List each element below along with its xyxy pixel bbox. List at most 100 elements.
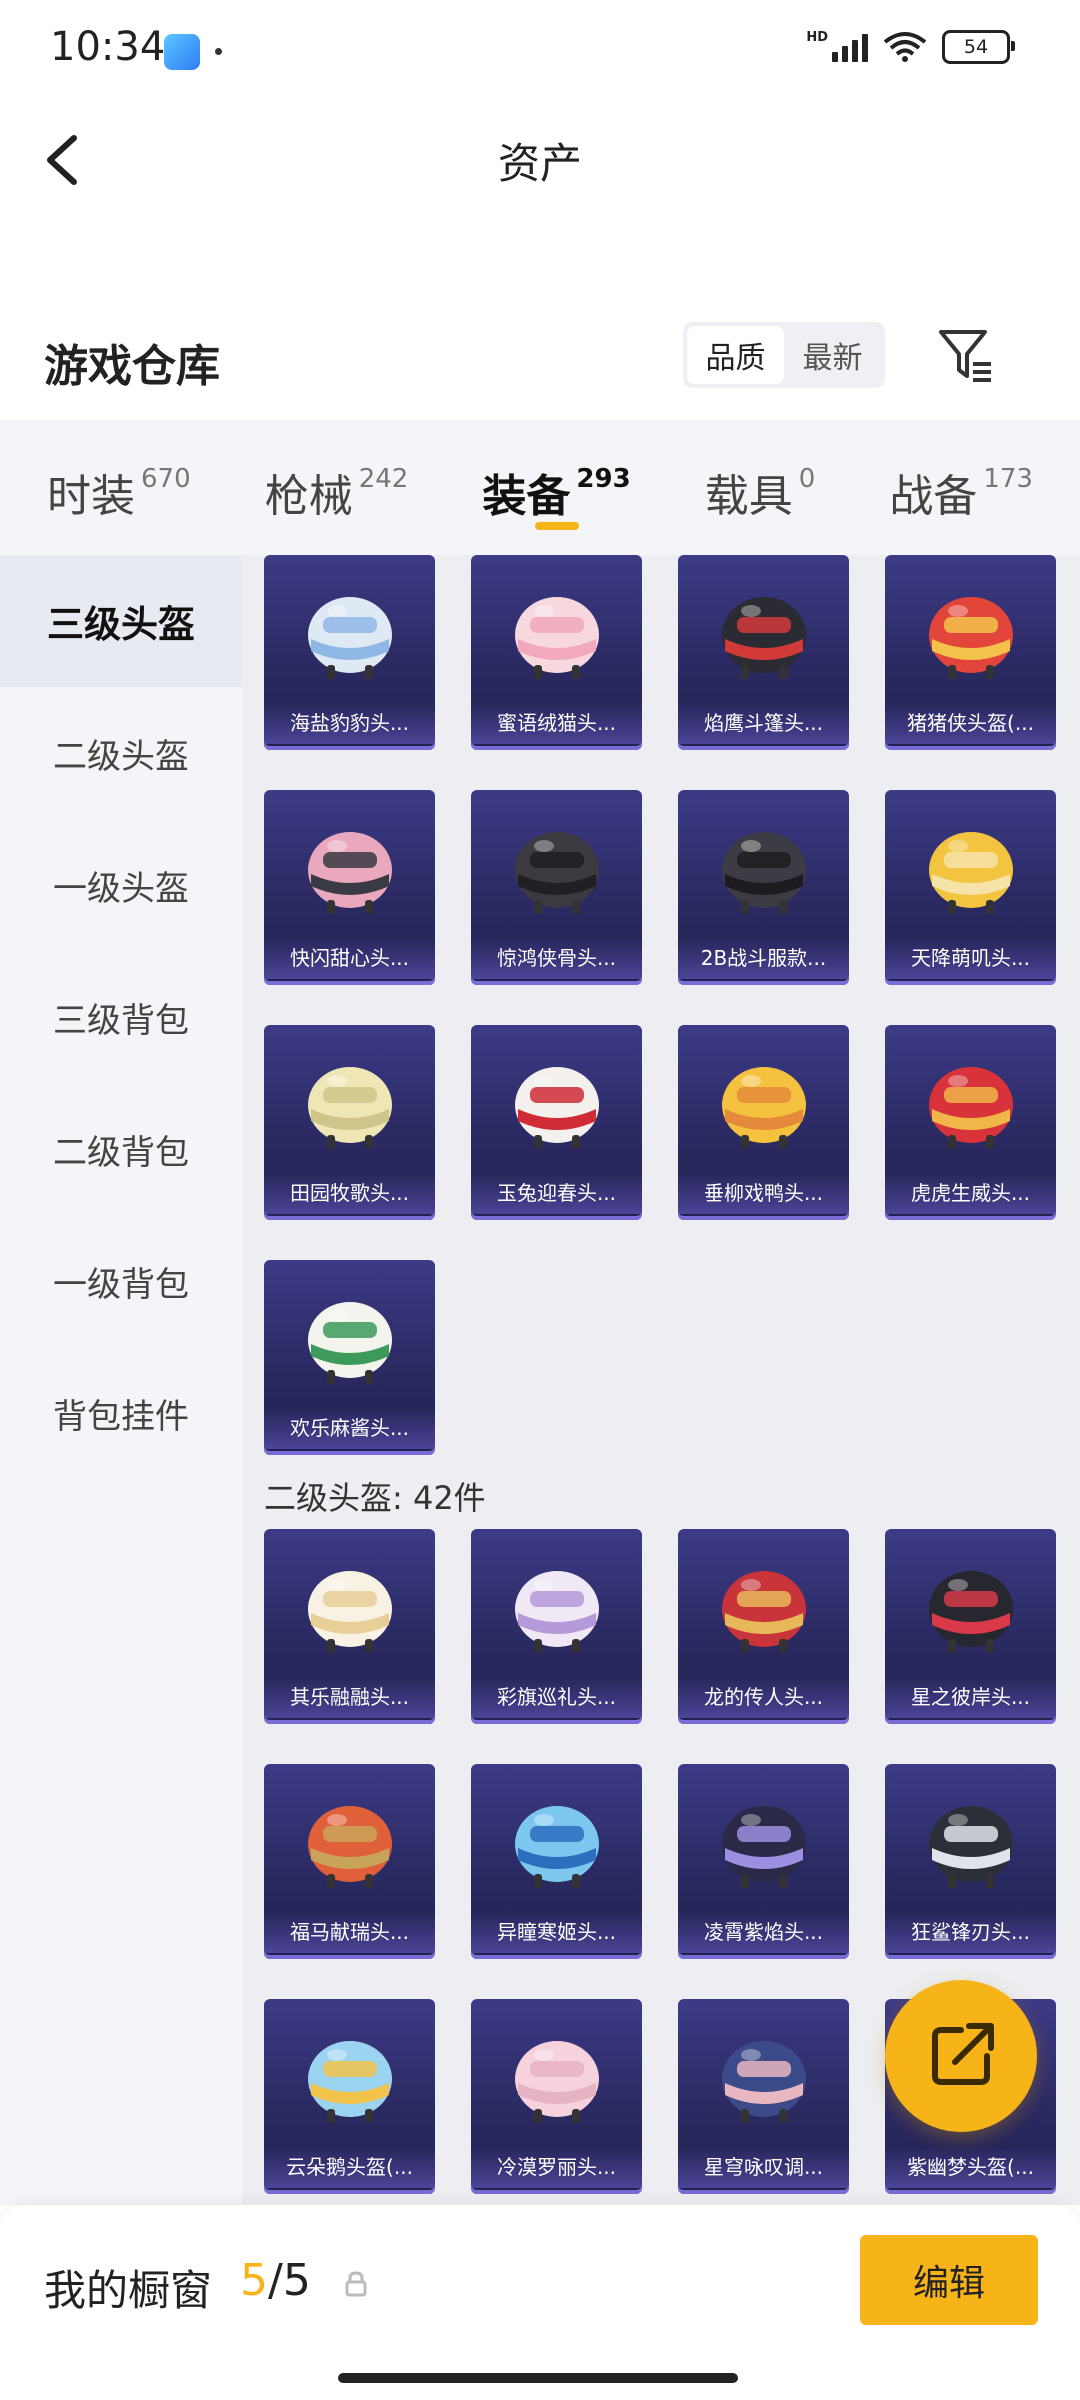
item-card[interactable]: 玉兔迎春头... <box>471 1025 642 1220</box>
showcase-separator: / <box>268 2255 283 2306</box>
item-name: 欢乐麻酱头... <box>264 1407 435 1449</box>
item-name: 2B战斗服款... <box>678 937 849 979</box>
helmet-icon <box>722 2041 806 2123</box>
item-name: 虎虎生威头... <box>885 1172 1056 1214</box>
item-card[interactable]: 冷漠罗丽头... <box>471 1999 642 2194</box>
helmet-icon <box>308 832 392 914</box>
item-card[interactable]: 海盐豹豹头... <box>264 555 435 750</box>
item-card[interactable]: 蜜语绒猫头... <box>471 555 642 750</box>
tab-label: 载具 <box>704 471 793 522</box>
showcase-current: 5 <box>240 2255 268 2306</box>
item-name: 冷漠罗丽头... <box>471 2146 642 2188</box>
item-card[interactable]: 虎虎生威头... <box>885 1025 1056 1220</box>
item-card[interactable]: 快闪甜心头... <box>264 790 435 985</box>
category-tabs: 时装 670 枪械 242 装备 293 载具 0 战备 173 <box>0 420 1080 555</box>
app-header: 资产 <box>0 100 1080 210</box>
helmet-icon <box>515 1806 599 1888</box>
item-card[interactable]: 垂柳戏鸭头... <box>678 1025 849 1220</box>
tab-equipment[interactable]: 装备 293 <box>482 420 631 530</box>
item-card[interactable]: 福马献瑞头... <box>264 1764 435 1959</box>
item-name: 云朵鹅头盔(... <box>264 2146 435 2188</box>
showcase-total: 5 <box>282 2255 311 2306</box>
showcase-label: 我的橱窗 <box>44 2266 213 2315</box>
item-name: 海盐豹豹头... <box>264 702 435 744</box>
sidebar-item-level2-backpack[interactable]: 二级背包 <box>0 1083 242 1215</box>
item-name: 焰鹰斗篷头... <box>678 702 849 744</box>
subcategory-sidebar: 三级头盔 二级头盔 一级头盔 三级背包 二级背包 一级背包 背包挂件 <box>0 555 242 2205</box>
item-name: 垂柳戏鸭头... <box>678 1172 849 1214</box>
item-name: 惊鸿侠骨头... <box>471 937 642 979</box>
helmet-icon <box>308 597 392 679</box>
helmet-icon <box>308 1302 392 1384</box>
item-card[interactable]: 云朵鹅头盔(... <box>264 1999 435 2194</box>
item-name: 快闪甜心头... <box>264 937 435 979</box>
showcase-count: 5/5 <box>240 2255 311 2306</box>
item-name: 龙的传人头... <box>678 1676 849 1718</box>
tab-count: 0 <box>798 464 816 494</box>
item-card[interactable]: 焰鹰斗篷头... <box>678 555 849 750</box>
item-card[interactable]: 凌霄紫焰头... <box>678 1764 849 1959</box>
helmet-icon <box>722 597 806 679</box>
sidebar-item-level1-helmet[interactable]: 一级头盔 <box>0 819 242 951</box>
tab-label: 装备 <box>482 471 571 522</box>
item-card[interactable]: 2B战斗服款... <box>678 790 849 985</box>
helmet-icon <box>929 1806 1013 1888</box>
notification-dot-icon <box>215 48 222 55</box>
item-name: 紫幽梦头盔(... <box>885 2146 1056 2188</box>
item-card[interactable]: 狂鲨锋刃头... <box>885 1764 1056 1959</box>
tab-firearms[interactable]: 枪械 242 <box>265 420 409 524</box>
battery-icon: 54 <box>942 30 1015 64</box>
helmet-icon <box>929 832 1013 914</box>
item-name: 蜜语绒猫头... <box>471 702 642 744</box>
signal-icon <box>832 32 868 62</box>
tab-label: 时装 <box>47 471 136 522</box>
helmet-icon <box>929 1067 1013 1149</box>
item-name: 福马献瑞头... <box>264 1911 435 1953</box>
item-card[interactable]: 欢乐麻酱头... <box>264 1260 435 1455</box>
sidebar-item-level2-helmet[interactable]: 二级头盔 <box>0 687 242 819</box>
sort-option-newest[interactable]: 最新 <box>784 326 881 384</box>
app-notification-icon <box>164 34 200 70</box>
sidebar-item-level3-backpack[interactable]: 三级背包 <box>0 951 242 1083</box>
item-card[interactable]: 猪猪侠头盔(... <box>885 555 1056 750</box>
helmet-icon <box>515 2041 599 2123</box>
sidebar-item-backpack-charm[interactable]: 背包挂件 <box>0 1347 242 1479</box>
home-indicator[interactable] <box>338 2373 738 2383</box>
edit-button[interactable]: 编辑 <box>860 2235 1038 2325</box>
sidebar-item-level3-helmet[interactable]: 三级头盔 <box>0 555 242 687</box>
helmet-icon <box>722 1571 806 1653</box>
group-label-level2: 二级头盔: 42件 <box>264 1479 486 1517</box>
tab-active-indicator <box>534 522 579 530</box>
tab-fashion[interactable]: 时装 670 <box>47 420 191 524</box>
item-card[interactable]: 天降萌叽头... <box>885 790 1056 985</box>
sort-toggle: 品质 最新 <box>683 322 885 388</box>
tab-count: 173 <box>983 464 1033 494</box>
item-card[interactable]: 星之彼岸头... <box>885 1529 1056 1724</box>
item-name: 玉兔迎春头... <box>471 1172 642 1214</box>
item-card[interactable]: 田园牧歌头... <box>264 1025 435 1220</box>
tab-vehicles[interactable]: 载具 0 <box>705 420 816 524</box>
item-name: 猪猪侠头盔(... <box>885 702 1056 744</box>
sidebar-item-level1-backpack[interactable]: 一级背包 <box>0 1215 242 1347</box>
status-bar: 10:34 HD 54 <box>0 0 1080 100</box>
sort-option-quality[interactable]: 品质 <box>687 326 784 384</box>
item-card[interactable]: 异瞳寒姬头... <box>471 1764 642 1959</box>
item-card[interactable]: 星穹咏叹调... <box>678 1999 849 2194</box>
tab-combat-gear[interactable]: 战备 173 <box>889 420 1033 524</box>
item-grid-level3: 海盐豹豹头... 蜜语绒猫头... 焰鹰斗篷头... 猪猪侠头盔(... 快闪甜心头..… <box>242 555 1080 1455</box>
helmet-icon <box>515 597 599 679</box>
warehouse-header: 游戏仓库 品质 最新 <box>0 300 1080 420</box>
item-name: 田园牧歌头... <box>264 1172 435 1214</box>
helmet-icon <box>722 832 806 914</box>
item-card[interactable]: 彩旗巡礼头... <box>471 1529 642 1724</box>
item-card[interactable]: 惊鸿侠骨头... <box>471 790 642 985</box>
helmet-icon <box>929 597 1013 679</box>
item-card[interactable]: 其乐融融头... <box>264 1529 435 1724</box>
helmet-icon <box>308 2041 392 2123</box>
share-button[interactable] <box>885 1980 1037 2132</box>
tab-count: 293 <box>576 464 631 494</box>
filter-icon[interactable] <box>935 322 995 388</box>
item-name: 其乐融融头... <box>264 1676 435 1718</box>
item-card[interactable]: 龙的传人头... <box>678 1529 849 1724</box>
status-time: 10:34 <box>50 24 166 70</box>
